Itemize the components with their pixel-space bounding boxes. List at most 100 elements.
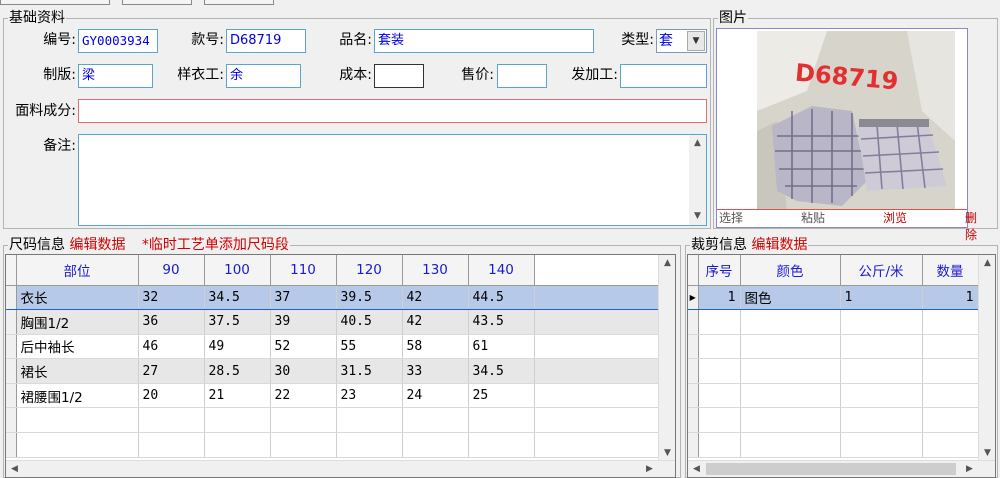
scroll-up-icon[interactable]: ▲ [689,135,706,152]
temp-size-link[interactable]: *临时工艺单添加尺码段 [142,237,289,253]
table-cell-empty[interactable] [740,309,841,335]
table-cell[interactable]: 图色 [740,284,841,311]
table-cell-empty[interactable] [270,432,337,458]
size-grid-vscroll[interactable]: ▲ ▼ [658,255,675,462]
cut-col-header[interactable]: 颜色 [740,255,841,286]
cut-grid-vscroll[interactable]: ▲ ▼ [978,255,995,462]
size-col-header[interactable]: 110 [270,255,337,286]
top-tab-3[interactable] [204,0,274,5]
table-cell[interactable]: 44.5 [468,284,535,311]
size-col-header[interactable]: 部位 [16,255,139,286]
table-cell[interactable]: 30 [270,358,337,384]
size-col-header[interactable]: 100 [204,255,271,286]
table-row[interactable] [688,432,979,458]
table-cell-empty[interactable] [534,284,659,311]
table-cell-empty[interactable] [16,407,139,434]
table-cell[interactable]: 1 [922,284,979,311]
cut-grid-hscroll-thumb[interactable] [706,463,956,475]
table-cell-empty[interactable] [402,432,469,458]
row-indicator[interactable] [688,383,699,409]
size-col-header[interactable]: 130 [402,255,469,286]
table-cell-empty[interactable] [740,432,841,458]
scroll-right-icon[interactable]: ▶ [641,461,658,477]
browse-image-button[interactable]: 浏览 [883,210,907,227]
name-field[interactable]: 套装 [374,29,594,53]
table-cell-empty[interactable] [534,334,659,360]
table-cell[interactable]: 37.5 [204,309,271,335]
table-cell-empty[interactable] [922,358,979,384]
table-cell[interactable]: 28.5 [204,358,271,384]
table-cell-empty[interactable] [922,309,979,335]
table-cell[interactable]: 31.5 [336,358,403,384]
row-indicator[interactable] [688,407,699,434]
table-cell-empty[interactable] [840,383,923,409]
size-col-header[interactable]: 120 [336,255,403,286]
row-indicator[interactable] [688,432,699,458]
table-cell[interactable]: 33 [402,358,469,384]
pattern-field[interactable]: 梁 [78,64,153,88]
table-row[interactable]: 裙腰围1/2 20 21 22 23 24 25 [6,383,659,409]
table-cell-empty[interactable] [138,432,205,458]
top-tab-1[interactable] [0,0,110,5]
table-cell-empty[interactable] [698,383,741,409]
table-cell[interactable]: 49 [204,334,271,360]
row-indicator[interactable] [6,407,17,434]
table-cell-empty[interactable] [138,407,205,434]
table-cell-empty[interactable] [922,334,979,360]
type-select[interactable]: 套 ▼ [656,29,707,53]
row-indicator[interactable] [688,309,699,335]
cut-col-header[interactable]: 序号 [698,255,741,286]
table-cell-empty[interactable] [16,432,139,458]
scroll-left-icon[interactable]: ◀ [688,461,705,477]
table-cell[interactable]: 34.5 [204,284,271,311]
size-col-header[interactable]: 90 [138,255,205,286]
table-cell-empty[interactable] [840,309,923,335]
table-cell-empty[interactable] [534,432,659,458]
table-cell[interactable]: 42 [402,284,469,311]
table-cell[interactable]: 27 [138,358,205,384]
table-cell-empty[interactable] [336,407,403,434]
table-cell-empty[interactable] [204,407,271,434]
table-cell-empty[interactable] [922,383,979,409]
scroll-up-icon[interactable]: ▲ [979,255,995,272]
table-cell[interactable]: 23 [336,383,403,409]
remark-textarea[interactable]: ▲ ▼ [78,134,707,226]
table-cell[interactable]: 裙腰围1/2 [16,383,139,409]
table-row[interactable]: 裙长 27 28.5 30 31.5 33 34.5 [6,358,659,384]
table-cell-empty[interactable] [922,407,979,434]
row-indicator[interactable] [688,358,699,384]
table-cell-empty[interactable] [402,407,469,434]
code-field[interactable]: GY0003934 [78,29,158,53]
table-cell[interactable]: 39.5 [336,284,403,311]
table-cell-empty[interactable] [698,309,741,335]
table-cell[interactable]: 21 [204,383,271,409]
row-indicator[interactable] [6,358,17,384]
table-cell[interactable]: 43.5 [468,309,535,335]
table-cell-empty[interactable] [840,407,923,434]
table-cell[interactable]: 61 [468,334,535,360]
table-cell[interactable]: 39 [270,309,337,335]
top-tab-2[interactable] [122,0,192,5]
table-cell[interactable]: 胸围1/2 [16,309,139,335]
cost-field[interactable] [374,64,424,88]
select-image-button[interactable]: 选择 [719,210,743,227]
table-cell-empty[interactable] [534,309,659,335]
sample-worker-field[interactable]: 余 [226,64,301,88]
table-cell-empty[interactable] [534,383,659,409]
table-cell-empty[interactable] [840,432,923,458]
processor-field[interactable] [620,64,707,88]
table-cell[interactable]: 52 [270,334,337,360]
table-cell[interactable]: 后中袖长 [16,334,139,360]
dropdown-arrow-icon[interactable]: ▼ [687,31,705,51]
table-cell-empty[interactable] [468,407,535,434]
table-cell[interactable]: 1 [840,284,923,311]
table-cell[interactable]: 24 [402,383,469,409]
table-cell-empty[interactable] [204,432,271,458]
style-no-field[interactable]: D68719 [226,29,306,53]
table-cell-empty[interactable] [740,358,841,384]
table-cell[interactable]: 55 [336,334,403,360]
table-cell-empty[interactable] [740,383,841,409]
size-col-header[interactable]: 140 [468,255,535,286]
row-indicator[interactable] [6,309,17,335]
table-row[interactable]: 衣长 32 34.5 37 39.5 42 44.5 [6,284,659,311]
